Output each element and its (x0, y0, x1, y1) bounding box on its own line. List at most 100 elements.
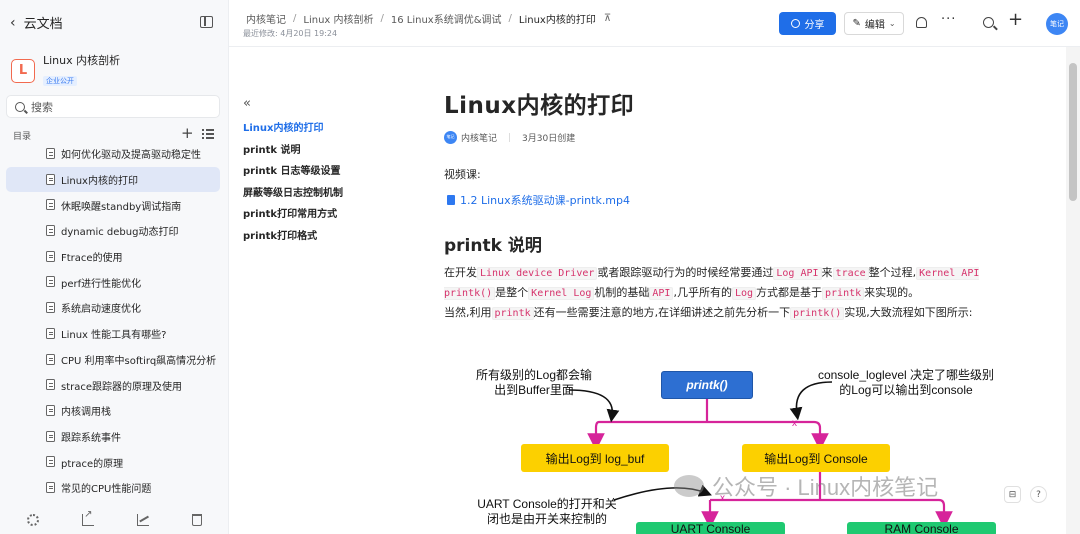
kb-logo: L (11, 58, 35, 83)
svg-text:x: x (792, 418, 797, 429)
help-icon[interactable]: ? (1030, 486, 1047, 503)
inline-code: Log API (773, 267, 822, 280)
breadcrumb-item[interactable]: 内核笔记 (246, 11, 286, 26)
doc-tree-item[interactable]: 常见的CPU性能问题 (6, 475, 220, 501)
document-icon (46, 250, 55, 262)
scrollbar-thumb[interactable] (1069, 63, 1077, 201)
trash-icon[interactable] (191, 514, 202, 526)
doc-tree-item[interactable]: dynamic debug动态打印 (6, 218, 220, 244)
document-icon (46, 404, 55, 416)
kb-name: Linux 内核剖析 (43, 54, 121, 67)
knowledge-base-header[interactable]: L Linux 内核剖析 企业公开 (11, 54, 120, 87)
sidebar-top-bar: ‹ 云文档 (0, 10, 229, 38)
doc-tree-item[interactable]: 系统启动速度优化 (6, 295, 220, 321)
bell-icon[interactable] (916, 17, 927, 28)
inline-code: Linux device Driver (477, 267, 598, 280)
edit-button[interactable]: ✎ 编辑 ⌄ (844, 12, 904, 35)
chevron-left-icon: ‹ (10, 14, 16, 31)
inline-code: Log (731, 287, 757, 300)
document-icon (46, 276, 55, 288)
export-share-icon[interactable] (82, 509, 95, 526)
outline-item[interactable]: printk打印格式 (243, 227, 383, 249)
statistics-chart-icon[interactable] (136, 514, 149, 526)
user-avatar[interactable]: 笔记 (1046, 13, 1068, 35)
doc-tree-item[interactable]: 内核调用栈 (6, 398, 220, 424)
inline-code: Kernel Log (528, 287, 595, 300)
search-icon (15, 101, 25, 112)
search-icon[interactable] (983, 17, 994, 28)
app-window: ‹ 云文档 L Linux 内核剖析 企业公开 搜索 目录 + 如何优化驱动及提… (0, 0, 1080, 534)
document-icon (46, 456, 55, 468)
breadcrumb-item[interactable]: Linux 内核剖析 (303, 11, 373, 26)
back-to-cloud-docs-button[interactable]: ‹ 云文档 (10, 13, 63, 33)
paragraph: 在开发 Linux device Driver 或者跟踪驱动行为的时候经常要通过 Lo… (444, 266, 980, 300)
breadcrumb: 内核笔记 / Linux 内核剖析 / 16 Linux系统调优&调试 / Li… (246, 11, 612, 26)
inline-code: printk() (790, 307, 845, 320)
share-button[interactable]: 分享 (779, 12, 836, 35)
pencil-icon: ✎ (852, 18, 861, 29)
sidebar: ‹ 云文档 L Linux 内核剖析 企业公开 搜索 目录 + 如何优化驱动及提… (0, 0, 229, 534)
doc-tree: 如何优化驱动及提高驱动稳定性 Linux内核的打印 休眠唤醒standby调试指… (6, 141, 220, 501)
section-heading: printk 说明 (444, 236, 542, 256)
outline-list-icon[interactable] (202, 129, 214, 139)
add-doc-icon[interactable]: + (181, 125, 194, 141)
author-avatar: 笔记 (444, 130, 457, 144)
content-scrollbar[interactable] (1066, 47, 1080, 534)
inline-code: printk (491, 307, 534, 320)
settings-gear-icon[interactable] (27, 514, 40, 526)
created-date: 3月30日创建 (522, 133, 576, 144)
doc-tree-item[interactable]: 休眠唤醒standby调试指南 (6, 192, 220, 218)
outline-item[interactable]: printk打印常用方式 (243, 205, 383, 227)
doc-header: 内核笔记 / Linux 内核剖析 / 16 Linux系统调优&调试 / Li… (229, 0, 1080, 47)
inline-code: trace (832, 267, 869, 280)
log-buf-box: 输出Log到 log_buf (521, 444, 669, 472)
doc-tree-item[interactable]: Linux 性能工具有哪些? (6, 321, 220, 347)
pin-icon[interactable]: ⊼ (604, 13, 611, 24)
sidebar-collapse-icon[interactable] (200, 16, 213, 28)
document-icon (46, 302, 55, 314)
printk-box: printk() (661, 371, 753, 399)
console-box: 输出Log到 Console (742, 444, 890, 472)
table-of-contents-float-icon[interactable]: ⊟ (1004, 486, 1021, 503)
doc-meta: 笔记 内核笔记 3月30日创建 (444, 130, 1024, 144)
search-placeholder: 搜索 (31, 100, 53, 114)
note-uart-console: UART Console的打开和关 闭也是由开关来控制的 (477, 497, 617, 526)
paragraph: 当然,利用 printk 还有一些需要注意的地方,在详细讲述之前先分析一下 print… (444, 306, 973, 320)
outline-item-active[interactable]: Linux内核的打印 (243, 119, 383, 141)
last-modified-text: 最近修改: 4月20日 19:24 (243, 29, 338, 38)
watermark: 公众号 · Linux内核笔记 (674, 470, 938, 502)
plus-icon[interactable]: + (1008, 11, 1023, 29)
outline-item[interactable]: 屏蔽等级日志控制机制 (243, 184, 383, 206)
more-options-icon[interactable]: ··· (941, 12, 956, 28)
note-console-loglevel: console_loglevel 决定了哪些级别 的Log可以输出到console (817, 368, 995, 397)
video-attachment-link[interactable]: 1.2 Linux系统驱动课-printk.mp4 (444, 192, 1024, 208)
document-icon (46, 148, 55, 159)
outline-item[interactable]: printk 日志等级设置 (243, 162, 383, 184)
doc-tree-item[interactable]: 跟踪系统事件 (6, 424, 220, 450)
document-icon (46, 327, 55, 339)
sidebar-search-input[interactable]: 搜索 (6, 95, 220, 118)
doc-tree-item[interactable]: perf进行性能优化 (6, 269, 220, 295)
doc-content: Linux内核的打印 笔记 内核笔记 3月30日创建 视频课: 1.2 Linu… (444, 86, 1024, 323)
doc-tree-item[interactable]: ptrace的原理 (6, 449, 220, 475)
document-icon (46, 225, 55, 237)
page-title: Linux内核的打印 (444, 93, 635, 119)
doc-tree-item-active[interactable]: Linux内核的打印 (6, 166, 220, 193)
inline-code: API (649, 287, 674, 300)
doc-tree-item[interactable]: strace跟踪器的原理及使用 (6, 372, 220, 398)
chevron-down-icon: ⌄ (888, 19, 896, 28)
sidebar-bottom-toolbar (0, 506, 229, 534)
outline-item[interactable]: printk 说明 (243, 141, 383, 163)
doc-outline: « Linux内核的打印 printk 说明 printk 日志等级设置 屏蔽等… (243, 96, 383, 248)
collapse-outline-icon[interactable]: « (243, 96, 383, 111)
author-name[interactable]: 内核笔记 (461, 131, 497, 144)
doc-tree-item[interactable]: Ftrace的使用 (6, 244, 220, 270)
document-icon (46, 430, 55, 442)
wechat-icon (674, 475, 704, 497)
users-icon (790, 19, 800, 28)
document-icon (46, 481, 55, 493)
doc-tree-item[interactable]: CPU 利用率中softirq飙高情况分析 (6, 347, 220, 373)
breadcrumb-item[interactable]: 16 Linux系统调优&调试 (391, 11, 502, 26)
doc-tree-item[interactable]: 如何优化驱动及提高驱动稳定性 (6, 141, 220, 167)
back-label: 云文档 (23, 17, 63, 32)
